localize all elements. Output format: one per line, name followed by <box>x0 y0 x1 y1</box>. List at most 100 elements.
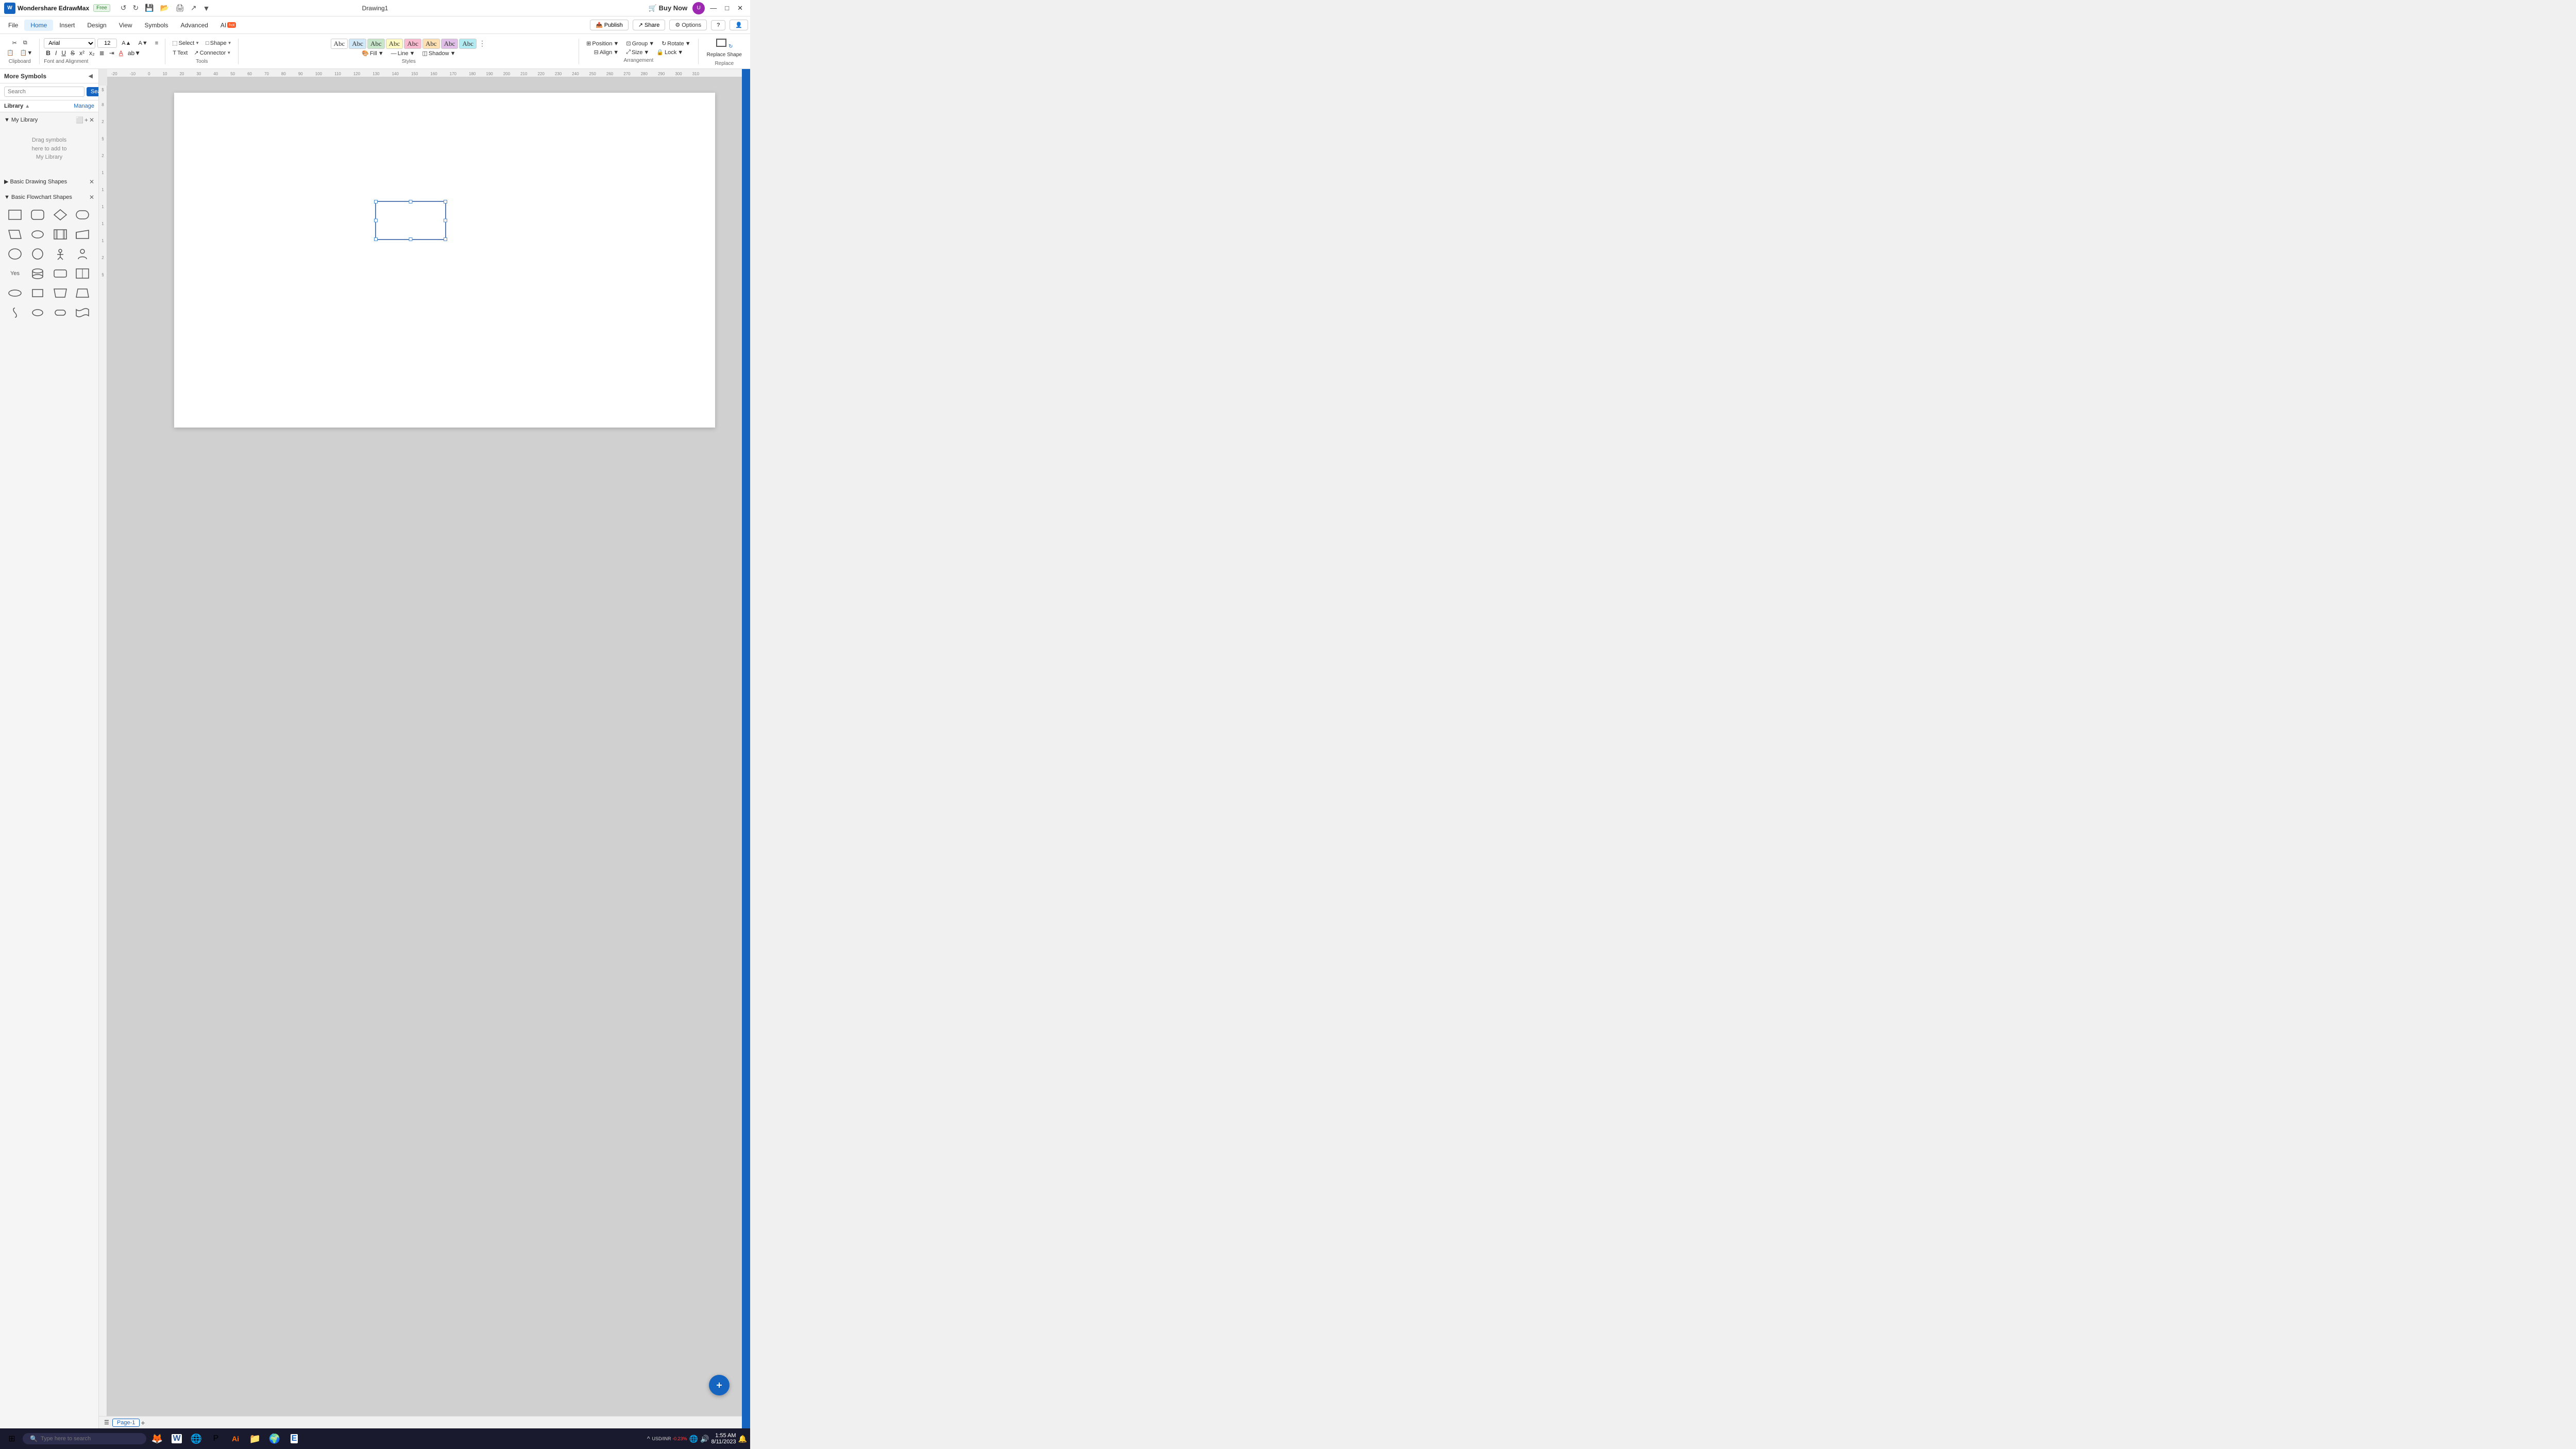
save-button[interactable]: 💾 <box>143 3 156 13</box>
bold-button[interactable]: B <box>44 48 53 58</box>
network-icon[interactable]: 🌐 <box>689 1435 698 1443</box>
export-button[interactable]: ↗ <box>189 3 199 13</box>
basic-drawing-header[interactable]: ▶ Basic Drawing Shapes ✕ <box>3 176 95 187</box>
group-button[interactable]: ⊡ Group ▼ <box>623 39 657 48</box>
minimize-button[interactable]: — <box>707 2 720 14</box>
shape-rounded-rect[interactable] <box>28 206 47 224</box>
font-size-input[interactable] <box>97 39 117 48</box>
search-input[interactable] <box>4 87 84 97</box>
rotate-button[interactable]: ↻ Rotate ▼ <box>658 39 694 48</box>
taskbar-search-bar[interactable]: 🔍 <box>23 1433 146 1444</box>
menu-ai[interactable]: AI hot <box>214 20 242 31</box>
list-button[interactable]: ≣ <box>97 48 107 58</box>
my-library-expand[interactable]: ⬜ <box>76 116 83 124</box>
more-styles-button[interactable]: ⋮ <box>478 38 487 49</box>
options-button[interactable]: ⚙ Options <box>669 20 707 30</box>
shape-tool-button[interactable]: □ Shape ▼ <box>203 39 234 48</box>
menu-file[interactable]: File <box>2 20 24 31</box>
shape-person-outline[interactable] <box>73 245 92 263</box>
menu-home[interactable]: Home <box>24 20 53 31</box>
user-avatar[interactable]: U <box>692 2 705 14</box>
share-button[interactable]: ↗ Share <box>633 20 666 30</box>
shape-oval[interactable] <box>28 304 47 321</box>
handle-ml[interactable] <box>374 219 378 223</box>
notification-icon[interactable]: 🔔 <box>738 1435 747 1443</box>
my-library-close[interactable]: ✕ <box>89 116 94 124</box>
menu-advanced[interactable]: Advanced <box>175 20 214 31</box>
style-item-8[interactable]: Abc <box>459 39 477 49</box>
handle-tl[interactable] <box>374 200 378 203</box>
account-button[interactable]: 👤 <box>730 20 748 30</box>
current-page-indicator[interactable]: ☰ <box>102 1419 111 1426</box>
page-1-tab[interactable]: Page-1 <box>112 1419 140 1427</box>
basic-flowchart-header[interactable]: ▼ Basic Flowchart Shapes ✕ <box>3 192 95 203</box>
shape-person[interactable] <box>50 245 70 263</box>
show-hidden-icons[interactable]: ^ <box>647 1435 650 1442</box>
shadow-button[interactable]: ◫ Shadow ▼ <box>419 49 459 58</box>
style-item-5[interactable]: Abc <box>404 39 421 49</box>
position-button[interactable]: ⊞ Position ▼ <box>583 39 622 48</box>
more-button[interactable]: ▼ <box>201 3 212 13</box>
shape-rectangle[interactable] <box>5 206 25 224</box>
my-library-header[interactable]: ▼ My Library ⬜ + ✕ <box>3 114 95 126</box>
style-item-6[interactable]: Abc <box>422 39 440 49</box>
maximize-button[interactable]: □ <box>722 2 732 14</box>
shape-trapezoid2[interactable] <box>73 284 92 302</box>
buy-now-button[interactable]: 🛒 Buy Now <box>646 2 690 14</box>
replace-shape-button[interactable]: ↻ Replace Shape <box>703 37 746 60</box>
shape-thin-ellipse[interactable] <box>5 284 25 302</box>
undo-button[interactable]: ↺ <box>118 3 129 13</box>
fill-button[interactable]: 🎨 Fill ▼ <box>359 49 387 58</box>
shape-manual-input[interactable] <box>73 226 92 243</box>
style-item-7[interactable]: Abc <box>441 39 459 49</box>
start-button[interactable]: ⊞ <box>3 1430 21 1447</box>
menu-insert[interactable]: Insert <box>53 20 81 31</box>
font-size-increase[interactable]: A▲ <box>119 39 133 48</box>
drawing-area[interactable] <box>107 77 742 1416</box>
line-button[interactable]: — Line ▼ <box>388 49 418 58</box>
superscript-button[interactable]: x² <box>77 48 87 58</box>
canvas-area[interactable]: -20 -10 0 10 20 30 40 50 60 70 80 90 100… <box>99 69 742 1428</box>
underline-button[interactable]: U <box>59 48 68 58</box>
basic-flowchart-close[interactable]: ✕ <box>89 194 94 201</box>
shape-rounded-oval[interactable] <box>50 304 70 321</box>
shape-parallelogram[interactable] <box>5 226 25 243</box>
paste-button[interactable]: 📋 <box>4 48 16 58</box>
font-color-button[interactable]: A <box>117 48 125 58</box>
redo-button[interactable]: ↻ <box>130 3 141 13</box>
print-button[interactable]: 🖨 <box>173 3 187 13</box>
style-item-2[interactable]: Abc <box>349 39 366 49</box>
handle-bm[interactable] <box>409 237 413 241</box>
style-item-1[interactable]: Abc <box>331 39 348 49</box>
size-button[interactable]: ⤢ Size ▼ <box>623 48 652 57</box>
taskbar-app-word[interactable]: W <box>168 1430 185 1447</box>
taskbar-app-edge[interactable]: 🌍 <box>266 1430 283 1447</box>
open-button[interactable]: 📂 <box>158 3 171 13</box>
shape-circle-ellipse[interactable] <box>5 245 25 263</box>
cut-button[interactable]: ✂ <box>10 38 20 48</box>
sidebar-collapse-button[interactable]: ◀ <box>87 72 94 80</box>
highlight-button[interactable]: ab▼ <box>126 48 143 58</box>
strikethrough-button[interactable]: S <box>69 48 77 58</box>
select-tool-button[interactable]: ⬚ Select ▼ <box>170 38 202 48</box>
taskbar-search-input[interactable] <box>41 1436 123 1442</box>
drawing-canvas[interactable] <box>174 93 715 428</box>
taskbar-app-php[interactable]: P <box>207 1430 225 1447</box>
close-button[interactable]: ✕ <box>734 2 746 14</box>
menu-view[interactable]: View <box>113 20 139 31</box>
menu-design[interactable]: Design <box>81 20 112 31</box>
basic-drawing-close[interactable]: ✕ <box>89 178 94 185</box>
indent-button[interactable]: ⇥ <box>107 48 116 58</box>
style-item-3[interactable]: Abc <box>367 39 385 49</box>
shape-curly[interactable] <box>5 304 25 321</box>
fab-button[interactable] <box>709 1375 730 1395</box>
my-library-add[interactable]: + <box>84 116 88 124</box>
handle-br[interactable] <box>444 237 447 241</box>
taskbar-app-edraw[interactable]: E <box>285 1430 303 1447</box>
taskbar-app-firefox[interactable]: 🦊 <box>148 1430 166 1447</box>
connector-tool-button[interactable]: ↗ Connector ▼ <box>191 48 233 58</box>
menu-symbols[interactable]: Symbols <box>139 20 175 31</box>
shape-circle[interactable] <box>28 245 47 263</box>
manage-link[interactable]: Manage <box>74 103 94 109</box>
handle-tr[interactable] <box>444 200 447 203</box>
